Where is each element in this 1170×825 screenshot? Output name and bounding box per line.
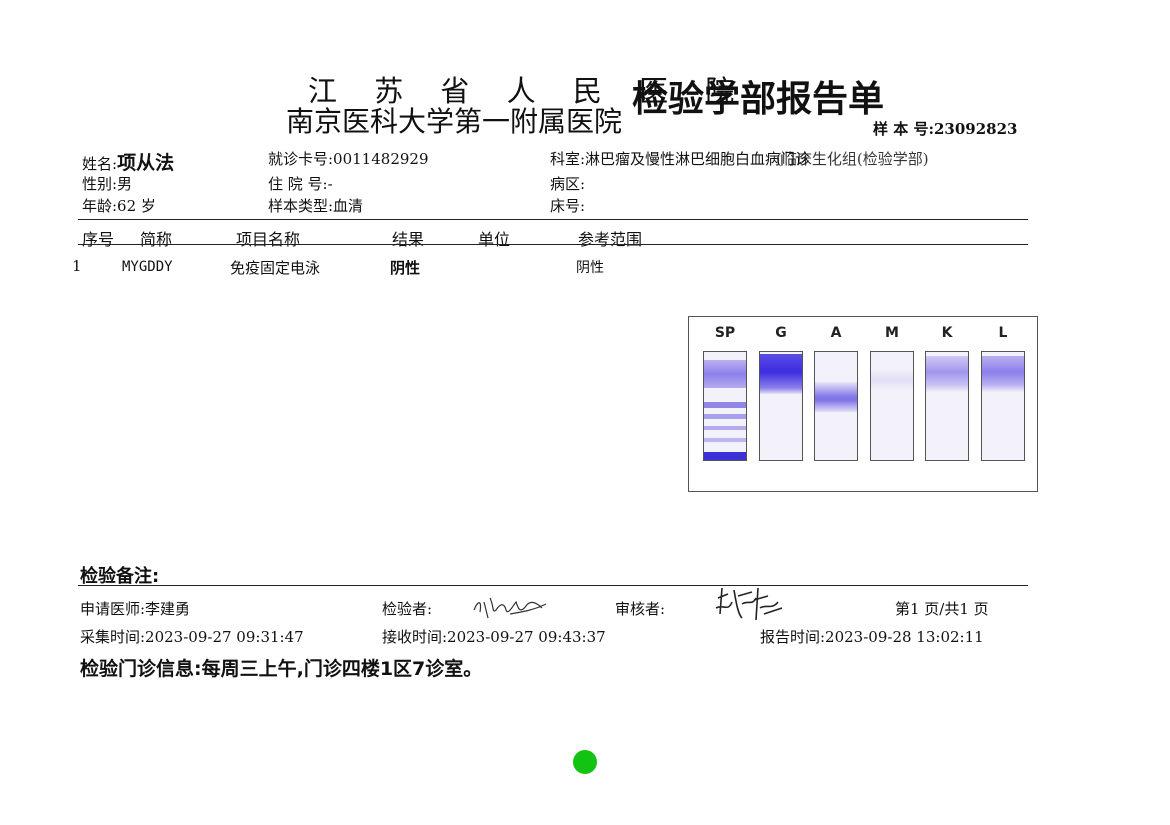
lane-label-a: A — [830, 325, 842, 341]
col-header-abbr: 简称 — [140, 230, 173, 249]
reviewer-signature — [715, 587, 783, 621]
lane-l — [981, 351, 1025, 461]
row-range: 阴性 — [576, 260, 604, 276]
examiner-signature — [473, 597, 547, 619]
immunofixation-gel-image: SP G A M K L — [688, 316, 1038, 492]
lane-sp — [703, 351, 747, 461]
col-header-name: 项目名称 — [236, 230, 301, 249]
row-no: 1 — [72, 257, 82, 275]
receive-time: 接收时间:2023-09-27 09:43:37 — [382, 628, 606, 646]
patient-gender: 性别:男 — [82, 175, 133, 193]
page-indicator: 第1 页/共1 页 — [895, 600, 989, 618]
status-dot[interactable] — [573, 750, 597, 774]
department: 科室:淋巴瘤及慢性淋巴细胞白血病门诊 — [550, 150, 811, 168]
row-result: 阴性 — [390, 259, 421, 277]
requesting-doctor: 申请医师:李建勇 — [80, 600, 191, 618]
sample-number-value: 23092823 — [933, 120, 1018, 138]
lane-label-g: G — [775, 325, 787, 341]
card-number: 就诊卡号:0011482929 — [268, 150, 429, 168]
row-name: 免疫固定电泳 — [230, 259, 321, 277]
inpatient-number: 住 院 号:- — [268, 175, 333, 193]
patient-age: 年龄:62 岁 — [82, 197, 156, 215]
col-header-unit: 单位 — [478, 230, 511, 249]
table-top-rule — [78, 219, 1028, 220]
lane-m — [870, 351, 914, 461]
lane-g — [759, 351, 803, 461]
examiner-label: 检验者: — [382, 600, 433, 618]
reviewer-label: 审核者: — [615, 600, 666, 618]
clinic-info: 检验门诊信息:每周三上午,门诊四楼1区7诊室。 — [80, 658, 483, 680]
table-header-rule — [78, 244, 1028, 245]
lane-a — [814, 351, 858, 461]
lane-label-sp: SP — [714, 325, 736, 341]
row-abbr: MYGDDY — [122, 259, 173, 275]
lane-label-l: L — [998, 325, 1008, 341]
sample-number: 样 本 号:23092823 — [873, 118, 1017, 139]
report-title: 检验学部报告单 — [632, 79, 885, 120]
patient-name-label: 姓名: — [82, 155, 118, 173]
lane-label-m: M — [885, 325, 899, 341]
collect-time: 采集时间:2023-09-27 09:31:47 — [80, 628, 304, 646]
col-header-result: 结果 — [392, 230, 425, 249]
hospital-affiliation: 南京医科大学第一附属医院 — [286, 105, 623, 138]
lane-k — [925, 351, 969, 461]
col-header-no: 序号 — [82, 230, 115, 249]
ward: 病区: — [550, 175, 586, 193]
col-header-range: 参考范围 — [578, 230, 643, 249]
patient-name: 姓名:项从法 — [82, 148, 174, 175]
bed-number: 床号: — [550, 197, 586, 215]
patient-name-value: 项从法 — [117, 152, 175, 174]
department-overlap-text: (临床生化组(检验学部) — [776, 150, 929, 168]
footer-rule — [78, 585, 1028, 586]
sample-number-label: 样 本 号: — [873, 120, 934, 138]
lane-label-k: K — [941, 325, 953, 341]
sample-type: 样本类型:血清 — [268, 197, 364, 215]
report-time: 报告时间:2023-09-28 13:02:11 — [760, 628, 984, 646]
